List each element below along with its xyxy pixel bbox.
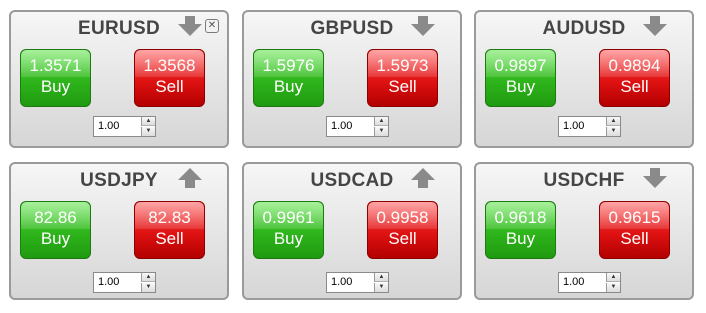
arrow-down-icon bbox=[178, 16, 202, 36]
buy-button[interactable]: 1.3571 Buy bbox=[20, 49, 91, 107]
arrow-up-icon bbox=[178, 168, 202, 188]
spin-up-button[interactable]: ▲ bbox=[141, 117, 155, 126]
arrow-down-icon bbox=[643, 168, 667, 188]
buy-price: 0.9897 bbox=[494, 56, 547, 75]
quantity-value[interactable]: 1.00 bbox=[563, 276, 584, 288]
sell-button[interactable]: 0.9958 Sell bbox=[367, 201, 438, 259]
currency-panel-usdchf: USDCHF 0.9618 Buy 0.9615 Sell 1.00 ▲ ▼ bbox=[474, 162, 694, 300]
currency-panel-audusd: AUDUSD 0.9897 Buy 0.9894 Sell 1.00 ▲ ▼ bbox=[474, 10, 694, 148]
sell-price: 0.9894 bbox=[608, 56, 661, 75]
quantity-value[interactable]: 1.00 bbox=[331, 276, 352, 288]
buy-price: 0.9961 bbox=[262, 208, 315, 227]
buy-label: Buy bbox=[505, 77, 536, 96]
buy-label: Buy bbox=[273, 77, 304, 96]
currency-panel-eurusd: EURUSD ✕ 1.3571 Buy 1.3568 Sell 1.00 ▲ ▼ bbox=[9, 10, 229, 148]
quantity-stepper[interactable]: 1.00 ▲ ▼ bbox=[93, 272, 156, 293]
spin-up-button[interactable]: ▲ bbox=[606, 273, 620, 282]
quantity-stepper[interactable]: 1.00 ▲ ▼ bbox=[558, 272, 621, 293]
currency-panel-usdcad: USDCAD 0.9961 Buy 0.9958 Sell 1.00 ▲ ▼ bbox=[242, 162, 462, 300]
spin-down-button[interactable]: ▼ bbox=[141, 283, 155, 292]
sell-price: 1.5973 bbox=[376, 56, 429, 75]
spin-down-button[interactable]: ▼ bbox=[606, 127, 620, 136]
sell-price: 82.83 bbox=[148, 208, 191, 227]
sell-button[interactable]: 1.3568 Sell bbox=[134, 49, 205, 107]
close-icon[interactable]: ✕ bbox=[205, 19, 219, 33]
arrow-up-icon bbox=[411, 168, 435, 188]
sell-label: Sell bbox=[620, 229, 649, 248]
buy-price: 1.5976 bbox=[262, 56, 315, 75]
sell-label: Sell bbox=[155, 229, 184, 248]
arrow-down-icon bbox=[643, 16, 667, 36]
sell-button[interactable]: 82.83 Sell bbox=[134, 201, 205, 259]
sell-button[interactable]: 0.9894 Sell bbox=[599, 49, 670, 107]
quantity-stepper[interactable]: 1.00 ▲ ▼ bbox=[93, 116, 156, 137]
spin-up-button[interactable]: ▲ bbox=[374, 117, 388, 126]
quantity-stepper[interactable]: 1.00 ▲ ▼ bbox=[326, 272, 389, 293]
sell-label: Sell bbox=[620, 77, 649, 96]
arrow-down-icon bbox=[411, 16, 435, 36]
buy-label: Buy bbox=[40, 229, 71, 248]
quantity-stepper[interactable]: 1.00 ▲ ▼ bbox=[558, 116, 621, 137]
sell-label: Sell bbox=[155, 77, 184, 96]
quantity-value[interactable]: 1.00 bbox=[98, 120, 119, 132]
buy-label: Buy bbox=[40, 77, 71, 96]
currency-panel-gbpusd: GBPUSD 1.5976 Buy 1.5973 Sell 1.00 ▲ ▼ bbox=[242, 10, 462, 148]
buy-button[interactable]: 82.86 Buy bbox=[20, 201, 91, 259]
spin-down-button[interactable]: ▼ bbox=[374, 283, 388, 292]
currency-panel-usdjpy: USDJPY 82.86 Buy 82.83 Sell 1.00 ▲ ▼ bbox=[9, 162, 229, 300]
sell-price: 1.3568 bbox=[143, 56, 196, 75]
buy-price: 0.9618 bbox=[494, 208, 547, 227]
buy-button[interactable]: 0.9961 Buy bbox=[253, 201, 324, 259]
spin-down-button[interactable]: ▼ bbox=[606, 283, 620, 292]
sell-button[interactable]: 1.5973 Sell bbox=[367, 49, 438, 107]
buy-button[interactable]: 1.5976 Buy bbox=[253, 49, 324, 107]
buy-price: 1.3571 bbox=[29, 56, 82, 75]
sell-label: Sell bbox=[388, 77, 417, 96]
sell-button[interactable]: 0.9615 Sell bbox=[599, 201, 670, 259]
quantity-value[interactable]: 1.00 bbox=[563, 120, 584, 132]
buy-label: Buy bbox=[273, 229, 304, 248]
buy-price: 82.86 bbox=[34, 208, 77, 227]
buy-button[interactable]: 0.9618 Buy bbox=[485, 201, 556, 259]
buy-button[interactable]: 0.9897 Buy bbox=[485, 49, 556, 107]
spin-down-button[interactable]: ▼ bbox=[141, 127, 155, 136]
quantity-value[interactable]: 1.00 bbox=[98, 276, 119, 288]
spin-down-button[interactable]: ▼ bbox=[374, 127, 388, 136]
sell-price: 0.9615 bbox=[608, 208, 661, 227]
sell-price: 0.9958 bbox=[376, 208, 429, 227]
spin-up-button[interactable]: ▲ bbox=[374, 273, 388, 282]
spin-up-button[interactable]: ▲ bbox=[141, 273, 155, 282]
spin-up-button[interactable]: ▲ bbox=[606, 117, 620, 126]
quantity-stepper[interactable]: 1.00 ▲ ▼ bbox=[326, 116, 389, 137]
sell-label: Sell bbox=[388, 229, 417, 248]
buy-label: Buy bbox=[505, 229, 536, 248]
quantity-value[interactable]: 1.00 bbox=[331, 120, 352, 132]
